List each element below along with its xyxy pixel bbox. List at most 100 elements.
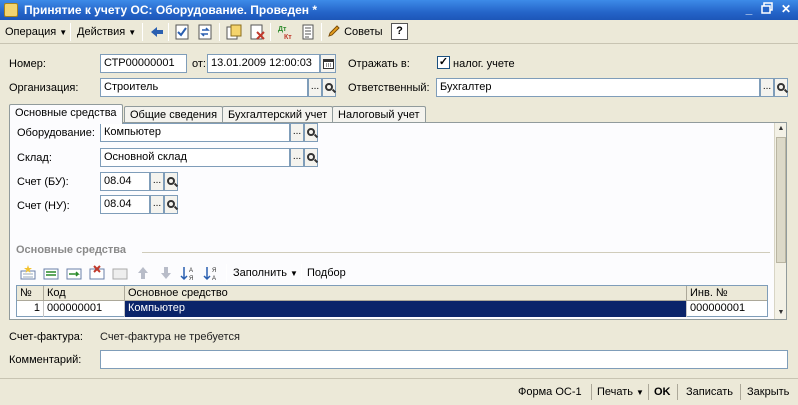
save-button[interactable]: Записать xyxy=(686,385,733,399)
tips-button[interactable]: Советы xyxy=(327,24,383,40)
actions-menu-label: Действия xyxy=(77,26,126,38)
sort-ascending-icon[interactable]: AЯ xyxy=(180,265,196,282)
date-field[interactable]: 13.01.2009 12:00:03 xyxy=(207,54,320,73)
ok-button[interactable]: OK xyxy=(654,385,671,399)
move-down-icon[interactable] xyxy=(158,265,174,281)
equipment-field[interactable]: Компьютер xyxy=(100,123,290,142)
maximize-icon[interactable] xyxy=(758,2,776,18)
chevron-down-icon: ▼ xyxy=(290,269,298,278)
responsible-label: Ответственный: xyxy=(348,82,430,94)
toolbar-separator xyxy=(226,264,227,282)
table-cell-code[interactable]: 000000001 xyxy=(44,301,125,317)
warehouse-field[interactable]: Основной склад xyxy=(100,148,290,167)
table-cell-asset[interactable]: Компьютер xyxy=(125,301,687,317)
tab-scrollbar[interactable]: ▲ ▼ xyxy=(774,123,786,319)
toolbar-separator xyxy=(70,23,71,41)
section-divider xyxy=(142,252,770,253)
table-cell-inventory[interactable]: 000000001 xyxy=(687,301,767,317)
column-header-number[interactable]: № xyxy=(17,286,44,301)
svg-text:Дт: Дт xyxy=(278,26,287,33)
number-label: Номер: xyxy=(9,58,46,70)
close-button[interactable]: Закрыть xyxy=(747,385,789,399)
account-nu-field[interactable]: 08.04 xyxy=(100,195,150,214)
account-bu-label: Счет (БУ): xyxy=(17,176,69,188)
tab-fixed-assets[interactable]: Основные средства xyxy=(9,104,123,124)
refresh-icon[interactable] xyxy=(196,23,214,41)
form-os1-button[interactable]: Форма ОС-1 xyxy=(518,385,582,399)
toolbar-separator xyxy=(219,23,220,41)
chevron-down-icon: ▼ xyxy=(59,28,68,37)
fill-menu-label: Заполнить xyxy=(233,267,288,279)
search-icon[interactable] xyxy=(164,172,178,191)
comment-field[interactable] xyxy=(100,350,788,369)
operation-menu[interactable]: Операция ▼ xyxy=(5,24,67,40)
delete-document-icon[interactable] xyxy=(248,23,266,41)
organization-label: Организация: xyxy=(9,82,79,94)
tips-label: Советы xyxy=(344,26,383,38)
column-header-asset[interactable]: Основное средство xyxy=(125,286,687,301)
select-account-bu-button[interactable]: ... xyxy=(150,172,164,191)
svg-text:Я: Я xyxy=(212,268,216,274)
calendar-icon[interactable] xyxy=(320,54,336,73)
search-icon[interactable] xyxy=(774,78,788,97)
column-header-inventory[interactable]: Инв. № xyxy=(687,286,767,301)
toolbar-separator xyxy=(168,23,169,41)
date-label: от: xyxy=(192,58,206,70)
minimize-icon[interactable]: _ xyxy=(740,2,758,18)
scroll-down-icon[interactable]: ▼ xyxy=(775,307,787,319)
organization-field[interactable]: Строитель xyxy=(100,78,308,97)
responsible-field[interactable]: Бухгалтер xyxy=(436,78,760,97)
action-bar: Форма ОС-1 Печать ▼ OK Записать Закрыть xyxy=(0,378,798,405)
close-icon[interactable]: ✕ xyxy=(777,2,795,18)
actions-menu[interactable]: Действия ▼ xyxy=(77,24,136,40)
account-nu-label: Счет (НУ): xyxy=(17,200,70,212)
select-account-nu-button[interactable]: ... xyxy=(150,195,164,214)
tab-tax-accounting[interactable]: Налоговый учет xyxy=(332,106,426,123)
svg-text:Я: Я xyxy=(189,276,193,281)
toolbar: Операция ▼ Действия ▼ Дт Кт Советы ? xyxy=(0,20,798,44)
toolbar-separator xyxy=(142,23,143,41)
search-icon[interactable] xyxy=(164,195,178,214)
fixed-assets-table[interactable]: № Код Основное средство Инв. № 1 0000000… xyxy=(16,285,768,317)
column-header-code[interactable]: Код xyxy=(44,286,125,301)
tax-checkbox-label: налог. учете xyxy=(453,58,515,70)
number-field[interactable]: СТР00000001 xyxy=(100,54,187,73)
tax-accounting-checkbox[interactable]: ✓ xyxy=(437,56,450,69)
end-edit-icon[interactable] xyxy=(112,265,128,281)
pick-button[interactable]: Подбор xyxy=(307,266,346,280)
post-document-icon[interactable] xyxy=(173,23,191,41)
print-menu[interactable]: Печать ▼ xyxy=(597,385,644,400)
invoice-link[interactable]: Счет-фактура не требуется xyxy=(100,330,240,344)
debit-credit-icon[interactable]: Дт Кт xyxy=(276,23,294,41)
select-responsible-button[interactable]: ... xyxy=(760,78,774,97)
delete-row-icon[interactable] xyxy=(89,265,105,281)
document-window: Принятие к учету ОС: Оборудование. Прове… xyxy=(0,0,798,405)
move-up-icon[interactable] xyxy=(135,265,151,281)
fill-menu[interactable]: Заполнить ▼ xyxy=(233,266,298,281)
action-separator xyxy=(740,384,741,400)
title-bar[interactable]: Принятие к учету ОС: Оборудование. Прове… xyxy=(0,0,798,20)
select-equipment-button[interactable]: ... xyxy=(290,123,304,142)
journal-icon[interactable] xyxy=(299,23,317,41)
chevron-down-icon: ▼ xyxy=(128,28,137,37)
select-warehouse-button[interactable]: ... xyxy=(290,148,304,167)
back-arrow-icon[interactable] xyxy=(148,23,166,41)
copy-row-icon[interactable] xyxy=(43,265,59,281)
account-bu-field[interactable]: 08.04 xyxy=(100,172,150,191)
select-organization-button[interactable]: ... xyxy=(308,78,322,97)
scroll-up-icon[interactable]: ▲ xyxy=(775,123,787,135)
edit-row-icon[interactable] xyxy=(66,265,82,281)
tab-general-info[interactable]: Общие сведения xyxy=(124,106,224,123)
copy-document-icon[interactable] xyxy=(225,23,243,41)
sort-descending-icon[interactable]: ЯA xyxy=(203,265,219,282)
fixed-assets-section-title: Основные средства xyxy=(16,244,127,256)
pencil-icon xyxy=(328,25,340,37)
search-icon[interactable] xyxy=(304,148,318,167)
search-icon[interactable] xyxy=(322,78,336,97)
search-icon[interactable] xyxy=(304,123,318,142)
help-button[interactable]: ? xyxy=(391,23,408,40)
tab-accounting[interactable]: Бухгалтерский учет xyxy=(222,106,334,123)
add-row-icon[interactable] xyxy=(20,265,36,281)
scroll-thumb[interactable] xyxy=(776,137,786,263)
table-cell-number[interactable]: 1 xyxy=(17,301,44,317)
